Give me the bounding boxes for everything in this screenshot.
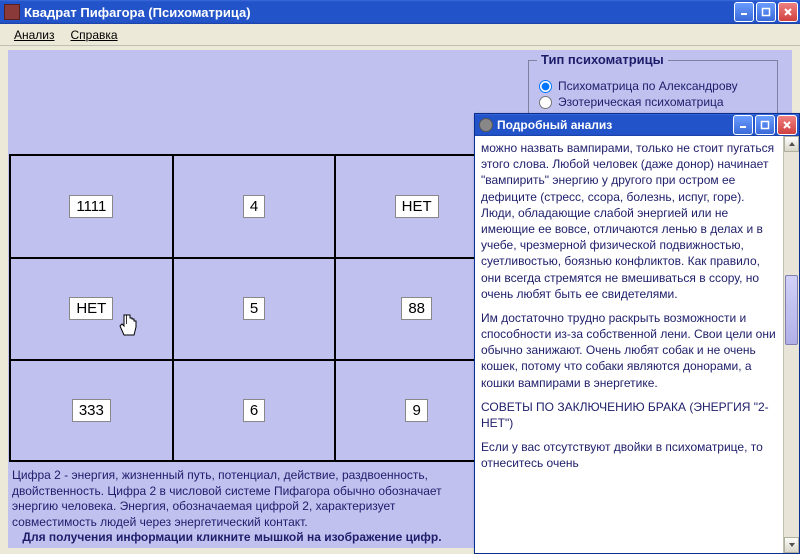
type-panel-legend: Тип психоматрицы — [537, 52, 668, 67]
grid-chip-5: 5 — [243, 297, 265, 320]
grid-cell-3[interactable]: 333 — [11, 359, 174, 460]
analysis-p2: Им достаточно трудно раскрыть возможност… — [481, 310, 781, 391]
grid-chip-4: 4 — [243, 195, 265, 218]
grid-cell-6[interactable]: 6 — [174, 359, 337, 460]
grid-chip-3: 333 — [72, 399, 111, 422]
grid-chip-1: 1111 — [69, 195, 113, 218]
app-icon — [4, 4, 20, 20]
analysis-body: можно назвать вампирами, только не стоит… — [475, 136, 799, 553]
radio-aleksandrov-label: Психоматрица по Александрову — [558, 79, 738, 93]
analysis-minimize-button[interactable] — [733, 115, 753, 135]
grid-cell-5[interactable]: 5 — [174, 257, 337, 358]
window-title: Квадрат Пифагора (Психоматрица) — [24, 5, 734, 20]
psychomatrix-type-panel: Тип психоматрицы Психоматрица по Алексан… — [528, 60, 778, 120]
analysis-titlebar[interactable]: Подробный анализ — [475, 114, 799, 136]
titlebar: Квадрат Пифагора (Психоматрица) — [0, 0, 800, 24]
radio-aleksandrov[interactable]: Психоматрица по Александрову — [537, 79, 769, 93]
digit-description: Цифра 2 - энергия, жизненный путь, потен… — [12, 468, 462, 530]
radio-aleksandrov-input[interactable] — [539, 80, 552, 93]
menu-help[interactable]: Справка — [63, 26, 126, 44]
analysis-p4: Если у вас отсутствуют двойки в психомат… — [481, 439, 781, 471]
grid-chip-7: НЕТ — [395, 195, 439, 218]
analysis-title: Подробный анализ — [497, 118, 733, 132]
scroll-track[interactable] — [784, 152, 799, 537]
grid-cell-4[interactable]: 4 — [174, 156, 337, 257]
radio-esoteric-input[interactable] — [539, 96, 552, 109]
radio-esoteric-label: Эзотерическая психоматрица — [558, 95, 724, 109]
analysis-p1: можно назвать вампирами, только не стоит… — [481, 140, 781, 302]
maximize-button[interactable] — [756, 2, 776, 22]
analysis-scrollbar[interactable] — [783, 136, 799, 553]
analysis-maximize-button[interactable] — [755, 115, 775, 135]
analysis-close-button[interactable] — [777, 115, 797, 135]
menubar: Анализ Справка — [0, 24, 800, 46]
minimize-button[interactable] — [734, 2, 754, 22]
grid-chip-8: 88 — [401, 297, 432, 320]
pythagoras-grid: 1111 4 НЕТ НЕТ 5 88 333 6 9 — [9, 154, 499, 462]
scroll-down-button[interactable] — [784, 537, 799, 553]
scroll-thumb[interactable] — [785, 275, 798, 345]
grid-cell-2[interactable]: НЕТ — [11, 257, 174, 358]
radio-esoteric[interactable]: Эзотерическая психоматрица — [537, 95, 769, 109]
grid-chip-6: 6 — [243, 399, 265, 422]
close-button[interactable] — [778, 2, 798, 22]
scroll-up-button[interactable] — [784, 136, 799, 152]
grid-chip-2: НЕТ — [69, 297, 113, 320]
menu-analysis[interactable]: Анализ — [6, 26, 63, 44]
analysis-icon — [479, 118, 493, 132]
analysis-window: Подробный анализ можно назвать вампирами… — [474, 113, 800, 554]
analysis-p3: СОВЕТЫ ПО ЗАКЛЮЧЕНИЮ БРАКА (ЭНЕРГИЯ "2-Н… — [481, 399, 781, 431]
grid-cell-1[interactable]: 1111 — [11, 156, 174, 257]
click-hint: Для получения информации кликните мышкой… — [12, 530, 452, 544]
grid-chip-9: 9 — [405, 399, 427, 422]
